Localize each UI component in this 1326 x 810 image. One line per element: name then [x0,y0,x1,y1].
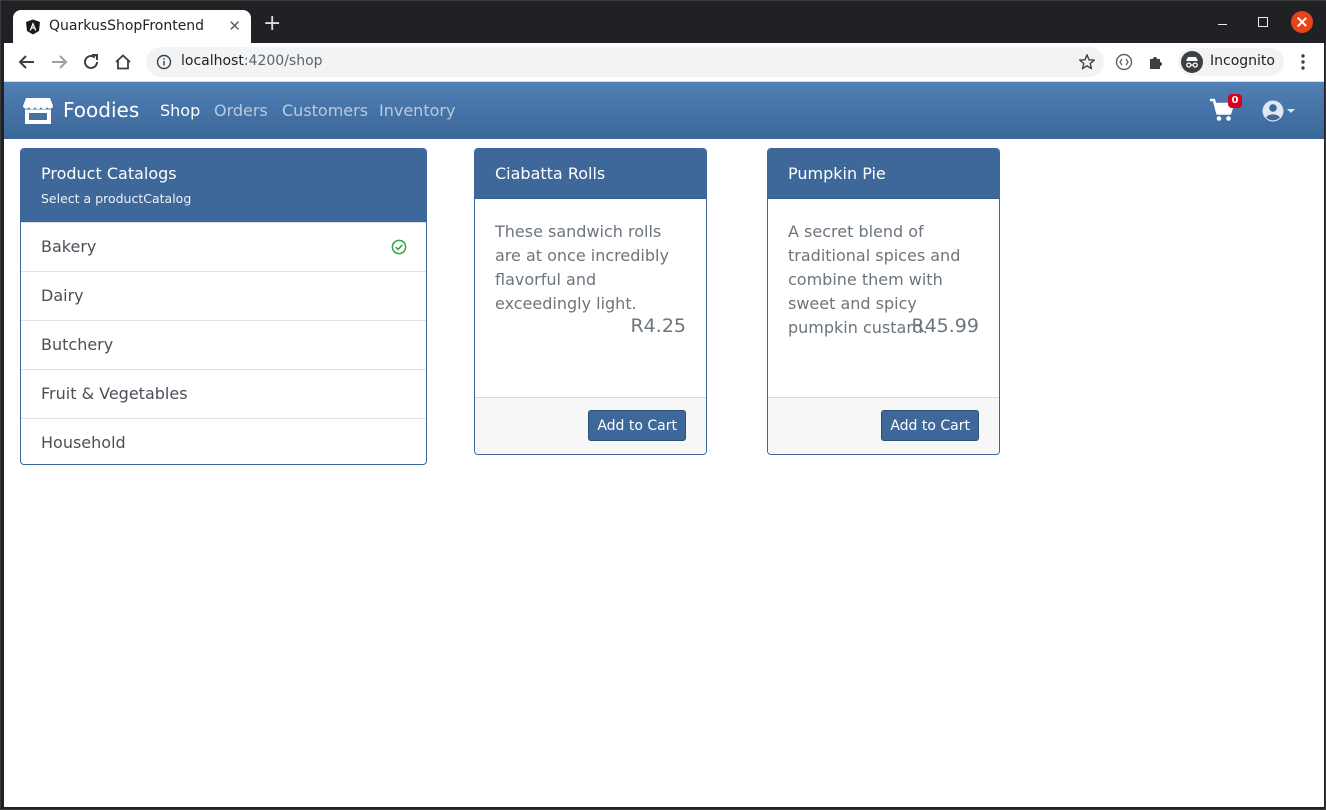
catalog-subtitle: Select a productCatalog [41,191,192,206]
product-card-body: A secret blend of traditional spices and… [768,198,999,399]
nav-link-orders[interactable]: Orders [214,101,268,120]
catalog-item-label: Butchery [41,335,114,354]
user-account-icon[interactable] [1261,99,1301,123]
product-price: R45.99 [911,315,979,337]
catalog-item-bakery[interactable]: Bakery [21,222,426,271]
catalog-item-label: Bakery [41,237,97,256]
nav-link-customers[interactable]: Customers [282,101,368,120]
product-card-footer: Add to Cart [475,397,706,454]
nav-link-shop[interactable]: Shop [160,101,200,120]
incognito-indicator[interactable]: Incognito [1178,48,1284,76]
incognito-label: Incognito [1210,53,1275,69]
product-card-footer: Add to Cart [768,397,999,454]
catalog-item-dairy[interactable]: Dairy [21,271,426,320]
page-viewport: Foodies Shop Orders Customers Inventory … [4,82,1324,807]
catalog-item-butchery[interactable]: Butchery [21,320,426,369]
url-text[interactable]: localhost:4200/shop [181,53,323,69]
catalog-item-label: Fruit & Vegetables [41,384,188,403]
product-name: Ciabatta Rolls [495,164,606,183]
catalog-title: Product Catalogs [41,164,177,183]
forward-arrow-icon[interactable] [48,51,70,73]
catalog-item-fruit-vegetables[interactable]: Fruit & Vegetables [21,369,426,418]
maximize-window-button[interactable] [1252,11,1274,33]
product-card-header: Ciabatta Rolls [475,149,706,198]
browser-tab[interactable]: QuarkusShopFrontend ✕ [13,10,251,44]
browser-toolbar: localhost:4200/shop Incognito [4,43,1324,82]
catalog-header: Product Catalogs Select a productCatalog [21,149,426,222]
angular-icon [26,19,40,35]
close-window-button[interactable] [1291,11,1313,33]
browser-menu-icon[interactable] [1292,51,1314,73]
tab-strip: QuarkusShopFrontend ✕ + [1,1,1326,44]
extension-code-icon[interactable] [1113,51,1135,73]
info-icon[interactable] [156,54,172,70]
add-to-cart-button[interactable]: Add to Cart [881,410,979,441]
back-arrow-icon[interactable] [16,51,38,73]
catalog-item-label: Dairy [41,286,84,305]
product-card-ciabatta-rolls: Ciabatta Rolls These sandwich rolls are … [474,148,707,455]
minimize-window-button[interactable] [1212,11,1234,33]
brand-name[interactable]: Foodies [63,98,139,122]
store-icon[interactable] [22,97,54,125]
product-price: R4.25 [630,315,686,337]
incognito-icon [1181,51,1203,73]
add-to-cart-button[interactable]: Add to Cart [588,410,686,441]
address-bar[interactable]: localhost:4200/shop [146,47,1104,77]
bookmark-star-icon[interactable] [1078,53,1096,71]
nav-link-inventory[interactable]: Inventory [379,101,455,120]
check-circle-icon [391,239,407,255]
product-description: These sandwich rolls are at once incredi… [495,222,669,313]
reload-icon[interactable] [80,51,102,73]
app-navbar: Foodies Shop Orders Customers Inventory … [4,82,1324,139]
cart-count-badge: 0 [1228,94,1242,108]
tab-close-icon[interactable]: ✕ [228,17,241,35]
new-tab-button[interactable]: + [263,13,281,35]
tab-title: QuarkusShopFrontend [49,18,205,34]
catalog-item-household[interactable]: Household [21,418,426,464]
product-catalog-list: Product Catalogs Select a productCatalog… [20,148,427,465]
product-name: Pumpkin Pie [788,164,886,183]
product-card-header: Pumpkin Pie [768,149,999,198]
extensions-puzzle-icon[interactable] [1145,51,1167,73]
browser-window: QuarkusShopFrontend ✕ + localhost:4200/s… [0,0,1326,810]
home-icon[interactable] [112,51,134,73]
catalog-item-label: Household [41,433,126,452]
product-card-body: These sandwich rolls are at once incredi… [475,198,706,399]
product-card-pumpkin-pie: Pumpkin Pie A secret blend of traditiona… [767,148,1000,455]
